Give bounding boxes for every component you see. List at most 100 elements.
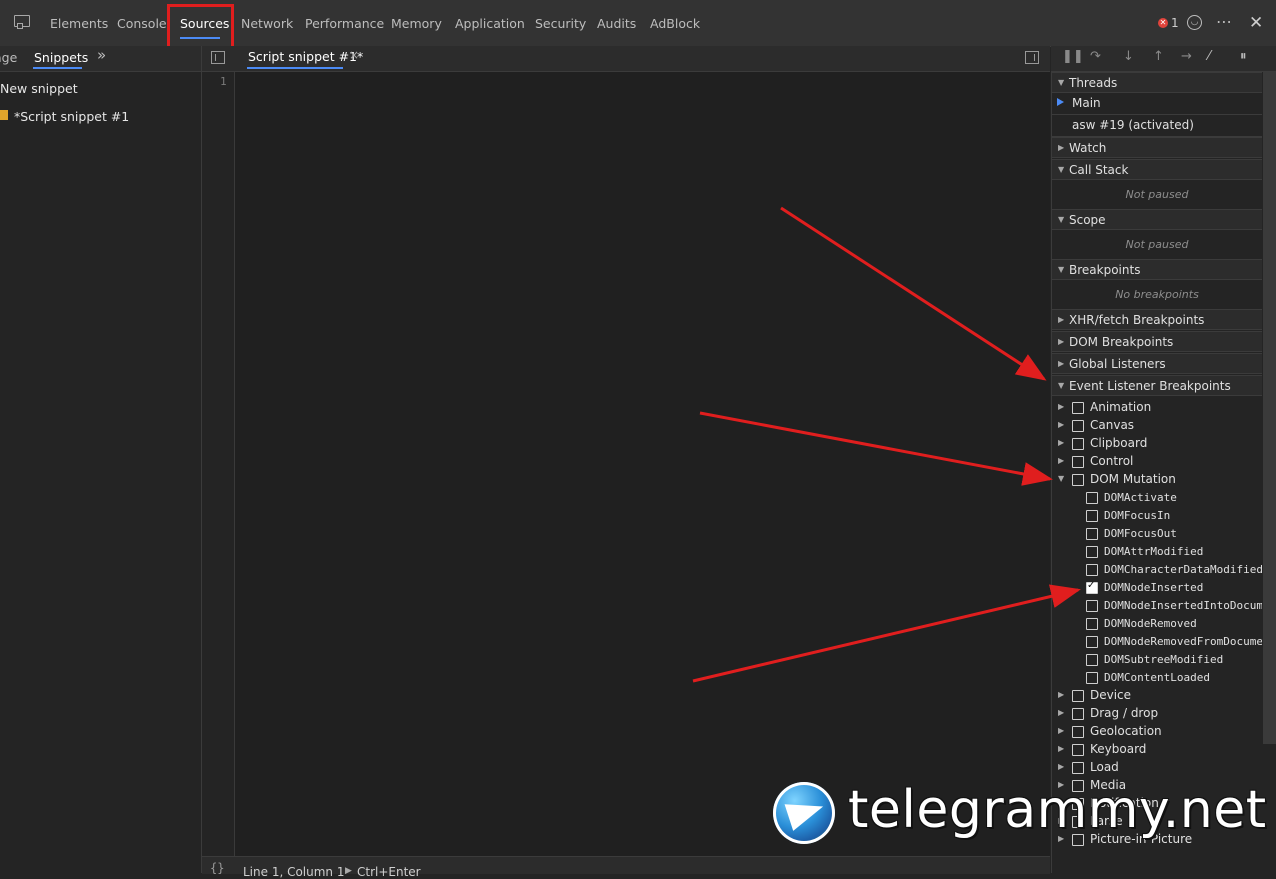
category-checkbox[interactable] bbox=[1072, 456, 1084, 468]
collapsed-arrow-icon[interactable]: ▶ bbox=[1058, 690, 1064, 699]
event-category-row[interactable]: ▶ Device bbox=[1052, 687, 1262, 705]
step-icon[interactable]: → bbox=[1181, 49, 1192, 64]
event-checkbox[interactable] bbox=[1086, 510, 1098, 522]
event-checkbox[interactable] bbox=[1086, 546, 1098, 558]
event-category-row[interactable]: ▶ Geolocation bbox=[1052, 723, 1262, 741]
event-breakpoint-row[interactable]: DOMFocusOut bbox=[1052, 525, 1262, 543]
more-tabs-icon[interactable]: » bbox=[97, 46, 106, 64]
collapsed-arrow-icon[interactable]: ▶ bbox=[1058, 402, 1064, 411]
tab-console[interactable]: Console bbox=[117, 16, 167, 31]
collapsed-arrow-icon[interactable]: ▶ bbox=[1058, 762, 1064, 771]
global-listeners-section-header[interactable]: ▶ Global Listeners bbox=[1052, 353, 1262, 374]
run-shortcut-label[interactable]: Ctrl+Enter bbox=[357, 865, 421, 879]
editor-tab-close-icon[interactable]: × bbox=[349, 48, 359, 62]
editor-tab[interactable]: Script snippet #1* bbox=[248, 49, 363, 64]
toggle-debugger-icon[interactable] bbox=[1025, 51, 1039, 64]
tab-performance[interactable]: Performance bbox=[305, 16, 384, 31]
event-label: DOMNodeInsertedIntoDocument bbox=[1104, 599, 1262, 612]
step-into-icon[interactable]: ↓ bbox=[1123, 49, 1134, 64]
sidebar-scrollbar[interactable] bbox=[1263, 72, 1276, 744]
event-breakpoint-row[interactable]: DOMSubtreeModified bbox=[1052, 651, 1262, 669]
more-options-icon[interactable]: ⋯ bbox=[1216, 12, 1233, 31]
thread-item-worker[interactable]: asw #19 (activated) bbox=[1052, 115, 1262, 137]
tab-security[interactable]: Security bbox=[535, 16, 586, 31]
event-breakpoint-row[interactable]: DOMNodeRemovedFromDocument bbox=[1052, 633, 1262, 651]
category-checkbox[interactable] bbox=[1072, 708, 1084, 720]
category-dom-mutation[interactable]: ▼ DOM Mutation bbox=[1052, 471, 1262, 489]
event-checkbox[interactable] bbox=[1086, 528, 1098, 540]
category-checkbox[interactable] bbox=[1072, 474, 1084, 486]
event-breakpoint-row[interactable]: DOMAttrModified bbox=[1052, 543, 1262, 561]
event-breakpoint-row[interactable]: DOMFocusIn bbox=[1052, 507, 1262, 525]
event-checkbox[interactable] bbox=[1086, 564, 1098, 576]
event-category-row[interactable]: ▶ Load bbox=[1052, 759, 1262, 777]
category-animation[interactable]: ▶ Animation bbox=[1052, 399, 1262, 417]
close-devtools-icon[interactable]: ✕ bbox=[1249, 13, 1263, 33]
collapsed-arrow-icon[interactable]: ▶ bbox=[1058, 726, 1064, 735]
category-checkbox[interactable] bbox=[1072, 726, 1084, 738]
tab-memory[interactable]: Memory bbox=[391, 16, 442, 31]
event-checkbox[interactable] bbox=[1086, 636, 1098, 648]
threads-section-header[interactable]: ▼ Threads bbox=[1052, 72, 1262, 93]
event-breakpoint-row[interactable]: DOMContentLoaded bbox=[1052, 669, 1262, 687]
collapsed-arrow-icon[interactable]: ▶ bbox=[1058, 438, 1064, 447]
snippet-file-item[interactable]: *Script snippet #1 bbox=[14, 109, 129, 124]
tab-network[interactable]: Network bbox=[241, 16, 293, 31]
category-canvas[interactable]: ▶ Canvas bbox=[1052, 417, 1262, 435]
code-editor[interactable] bbox=[235, 72, 1050, 856]
error-icon[interactable]: ✕ bbox=[1158, 18, 1168, 28]
event-breakpoint-row[interactable]: DOMCharacterDataModified bbox=[1052, 561, 1262, 579]
navigator-tab-page[interactable]: age bbox=[0, 50, 17, 65]
toggle-navigator-icon[interactable] bbox=[211, 51, 225, 64]
tab-application[interactable]: Application bbox=[455, 16, 525, 31]
thread-item-main[interactable]: Main bbox=[1052, 93, 1262, 115]
category-checkbox[interactable] bbox=[1072, 744, 1084, 756]
collapsed-arrow-icon[interactable]: ▶ bbox=[1058, 708, 1064, 717]
category-checkbox[interactable] bbox=[1072, 762, 1084, 774]
navigator-tab-snippets[interactable]: Snippets bbox=[34, 50, 88, 65]
event-checkbox-checked[interactable] bbox=[1086, 580, 1098, 594]
category-control[interactable]: ▶ Control bbox=[1052, 453, 1262, 471]
breakpoints-section-header[interactable]: ▼ Breakpoints bbox=[1052, 259, 1262, 280]
event-breakpoint-row[interactable]: DOMNodeInserted bbox=[1052, 579, 1262, 597]
collapsed-arrow-icon[interactable]: ▶ bbox=[1058, 456, 1064, 465]
event-category-row[interactable]: ▶ Drag / drop bbox=[1052, 705, 1262, 723]
event-breakpoint-row[interactable]: DOMNodeInsertedIntoDocument bbox=[1052, 597, 1262, 615]
watermark-text: telegrammy.net bbox=[848, 780, 1267, 840]
tab-adblock[interactable]: AdBlock bbox=[650, 16, 700, 31]
collapsed-arrow-icon[interactable]: ▶ bbox=[1058, 420, 1064, 429]
category-clipboard[interactable]: ▶ Clipboard bbox=[1052, 435, 1262, 453]
collapsed-arrow-icon[interactable]: ▶ bbox=[1058, 744, 1064, 753]
expanded-arrow-icon[interactable]: ▼ bbox=[1058, 474, 1064, 483]
tab-audits[interactable]: Audits bbox=[597, 16, 636, 31]
scope-section-header[interactable]: ▼ Scope bbox=[1052, 209, 1262, 230]
new-snippet-button[interactable]: New snippet bbox=[0, 81, 78, 96]
run-snippet-icon[interactable]: ▶ bbox=[345, 866, 352, 876]
pause-on-exceptions-icon[interactable]: ⏸ bbox=[1240, 49, 1247, 64]
category-checkbox[interactable] bbox=[1072, 690, 1084, 702]
device-toolbar-icon[interactable] bbox=[14, 15, 30, 29]
event-breakpoint-row[interactable]: DOMNodeRemoved bbox=[1052, 615, 1262, 633]
event-checkbox[interactable] bbox=[1086, 654, 1098, 666]
feedback-smiley-icon[interactable]: ◡ bbox=[1187, 15, 1202, 30]
pause-icon[interactable]: ❚❚ bbox=[1062, 49, 1084, 64]
event-checkbox[interactable] bbox=[1086, 672, 1098, 684]
event-breakpoint-row[interactable]: DOMActivate bbox=[1052, 489, 1262, 507]
event-listener-breakpoints-section-header[interactable]: ▼ Event Listener Breakpoints bbox=[1052, 375, 1262, 396]
category-checkbox[interactable] bbox=[1072, 402, 1084, 414]
category-checkbox[interactable] bbox=[1072, 438, 1084, 450]
event-category-row[interactable]: ▶ Keyboard bbox=[1052, 741, 1262, 759]
error-count[interactable]: 1 bbox=[1171, 16, 1179, 30]
event-checkbox[interactable] bbox=[1086, 600, 1098, 612]
watch-section-header[interactable]: ▶ Watch bbox=[1052, 137, 1262, 158]
deactivate-breakpoints-icon[interactable]: ⁄ bbox=[1208, 49, 1210, 64]
category-checkbox[interactable] bbox=[1072, 420, 1084, 432]
call-stack-section-header[interactable]: ▼ Call Stack bbox=[1052, 159, 1262, 180]
dom-breakpoints-section-header[interactable]: ▶ DOM Breakpoints bbox=[1052, 331, 1262, 352]
step-out-icon[interactable]: ↑ bbox=[1153, 49, 1164, 64]
xhr-breakpoints-section-header[interactable]: ▶ XHR/fetch Breakpoints bbox=[1052, 309, 1262, 330]
step-over-icon[interactable]: ↷ bbox=[1090, 49, 1101, 64]
event-checkbox[interactable] bbox=[1086, 618, 1098, 630]
tab-elements[interactable]: Elements bbox=[50, 16, 108, 31]
event-checkbox[interactable] bbox=[1086, 492, 1098, 504]
